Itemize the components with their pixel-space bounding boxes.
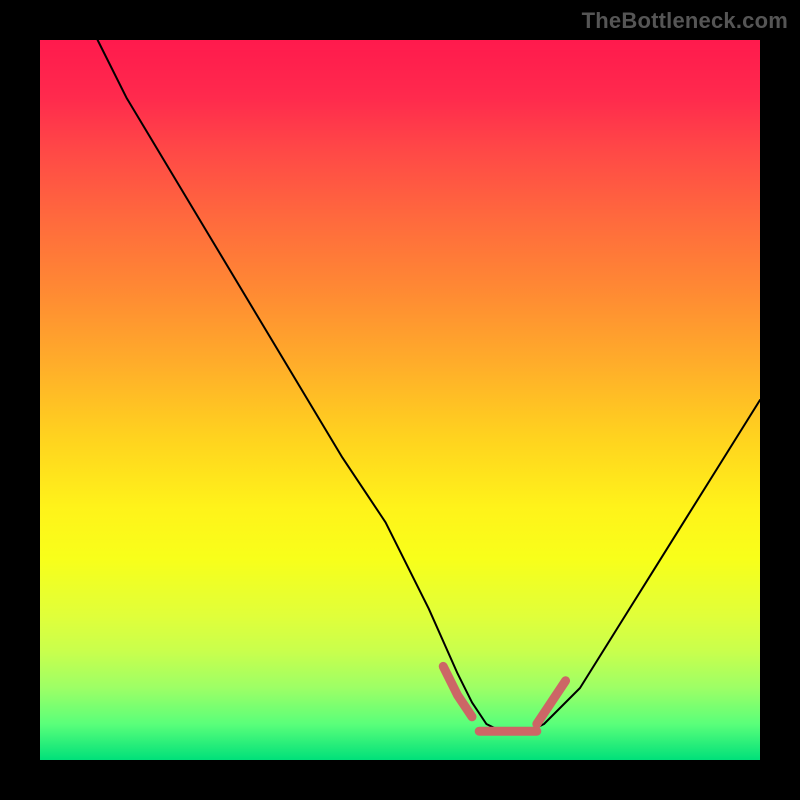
plot-area — [40, 40, 760, 760]
curve-layer — [40, 40, 760, 760]
watermark-text: TheBottleneck.com — [582, 8, 788, 34]
chart-container: TheBottleneck.com — [0, 0, 800, 800]
bottleneck-curve — [98, 40, 760, 731]
